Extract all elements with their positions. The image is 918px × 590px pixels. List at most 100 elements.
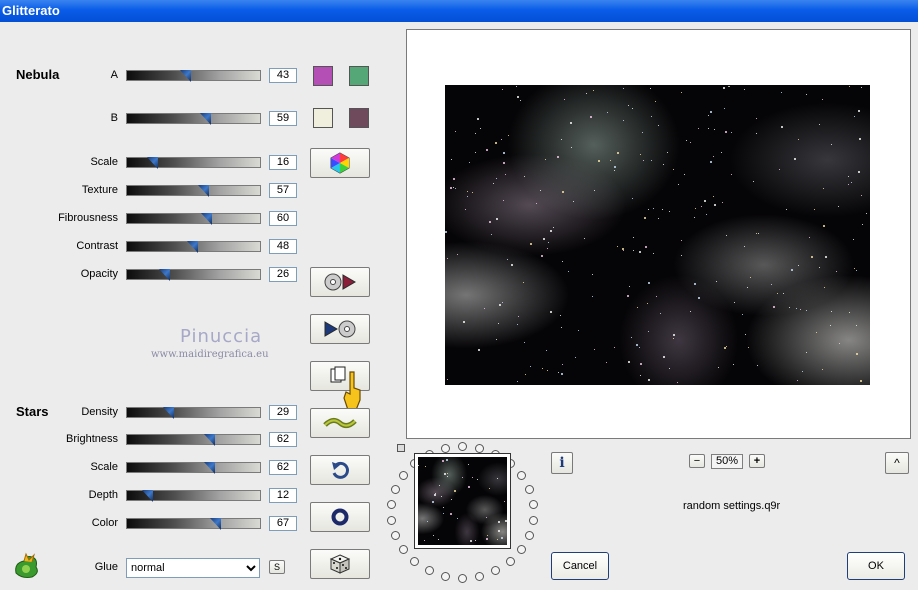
- param-value[interactable]: 26: [269, 267, 297, 282]
- param-slider[interactable]: [126, 185, 261, 196]
- slider-thumb[interactable]: [147, 157, 158, 169]
- ring-dot[interactable]: [387, 500, 396, 509]
- star-dot: [744, 89, 745, 90]
- nebula-a-color-1-swatch[interactable]: [313, 66, 333, 86]
- ring-dot[interactable]: [441, 572, 450, 581]
- star-dot: [658, 125, 659, 126]
- nebula-b-value[interactable]: 59: [269, 111, 297, 126]
- slider-thumb[interactable]: [200, 113, 211, 125]
- ring-dot[interactable]: [517, 545, 526, 554]
- param-slider[interactable]: [126, 269, 261, 280]
- nebula-b-color-1-swatch[interactable]: [313, 108, 333, 128]
- glue-s-button[interactable]: S: [269, 560, 285, 574]
- random-dice-button[interactable]: [310, 549, 370, 579]
- slider-thumb[interactable]: [204, 434, 215, 446]
- slider-thumb[interactable]: [142, 490, 153, 502]
- ring-dot[interactable]: [425, 566, 434, 575]
- param-value[interactable]: 57: [269, 183, 297, 198]
- nebula-a-slider[interactable]: [126, 70, 261, 81]
- wave-button[interactable]: [310, 408, 370, 438]
- stars-value[interactable]: 62: [269, 460, 297, 475]
- ring-dot[interactable]: [475, 572, 484, 581]
- stars-slider[interactable]: [126, 518, 261, 529]
- slider-thumb[interactable]: [210, 518, 221, 530]
- param-slider[interactable]: [126, 213, 261, 224]
- nebula-b-slider[interactable]: [126, 113, 261, 124]
- star-dot: [495, 142, 497, 144]
- collapse-button[interactable]: ^: [885, 452, 909, 474]
- ring-dot[interactable]: [458, 442, 467, 451]
- ring-dot[interactable]: [458, 574, 467, 583]
- star-dot: [550, 311, 552, 313]
- navigator-thumbnail-image[interactable]: [418, 457, 507, 545]
- ring-dot[interactable]: [441, 444, 450, 453]
- navigator-thumbnail-frame[interactable]: [414, 453, 511, 549]
- ok-button[interactable]: OK: [847, 552, 905, 580]
- star-dot: [439, 485, 440, 486]
- slider-thumb[interactable]: [187, 241, 198, 253]
- glue-select[interactable]: normal: [126, 558, 260, 578]
- stars-value[interactable]: 29: [269, 405, 297, 420]
- slider-thumb[interactable]: [204, 462, 215, 474]
- ring-dot[interactable]: [410, 557, 419, 566]
- param-value[interactable]: 60: [269, 211, 297, 226]
- star-dot: [498, 530, 500, 532]
- stars-slider[interactable]: [126, 407, 261, 418]
- stars-value[interactable]: 62: [269, 432, 297, 447]
- nebula-a-value[interactable]: 43: [269, 68, 297, 83]
- ring-dot[interactable]: [475, 444, 484, 453]
- param-label: Fibrousness: [0, 212, 118, 224]
- stars-slider[interactable]: [126, 490, 261, 501]
- param-value[interactable]: 48: [269, 239, 297, 254]
- ring-dot[interactable]: [525, 485, 534, 494]
- ring-dot[interactable]: [529, 516, 538, 525]
- star-dot: [468, 486, 470, 488]
- param-slider[interactable]: [126, 241, 261, 252]
- undo-button[interactable]: [310, 455, 370, 485]
- zoom-in-button[interactable]: +: [749, 454, 765, 468]
- stars-slider[interactable]: [126, 434, 261, 445]
- pointer-hand-icon: [342, 370, 364, 412]
- ring-dot[interactable]: [391, 531, 400, 540]
- nebula-b-color-2-swatch[interactable]: [349, 108, 369, 128]
- cancel-button[interactable]: Cancel: [551, 552, 609, 580]
- ring-dot[interactable]: [525, 531, 534, 540]
- ring-dot[interactable]: [491, 566, 500, 575]
- ring-dot[interactable]: [399, 545, 408, 554]
- slider-thumb[interactable]: [180, 70, 191, 82]
- load-preset-button[interactable]: [310, 267, 370, 297]
- main-preview-panel[interactable]: [406, 29, 911, 439]
- save-preset-button[interactable]: [310, 314, 370, 344]
- star-dot: [516, 86, 517, 87]
- ring-dot[interactable]: [387, 516, 396, 525]
- stars-slider[interactable]: [126, 462, 261, 473]
- star-dot: [756, 133, 757, 134]
- ring-dot[interactable]: [399, 471, 408, 480]
- star-dot: [831, 311, 832, 312]
- slider-thumb[interactable]: [159, 269, 170, 281]
- stars-value[interactable]: 67: [269, 516, 297, 531]
- stars-value[interactable]: 12: [269, 488, 297, 503]
- nebula-preview-image[interactable]: [445, 85, 870, 385]
- star-dot: [836, 271, 837, 272]
- info-button[interactable]: i: [551, 452, 573, 474]
- star-dot: [496, 178, 497, 179]
- star-dot: [614, 347, 615, 348]
- star-dot: [819, 124, 820, 125]
- reset-button[interactable]: [310, 502, 370, 532]
- star-dot: [497, 539, 498, 540]
- param-value[interactable]: 16: [269, 155, 297, 170]
- star-dot: [623, 88, 624, 89]
- undo-arrow-icon: [330, 460, 350, 480]
- ring-dot[interactable]: [517, 471, 526, 480]
- slider-thumb[interactable]: [163, 407, 174, 419]
- zoom-out-button[interactable]: −: [689, 454, 705, 468]
- nebula-a-color-2-swatch[interactable]: [349, 66, 369, 86]
- ring-dot[interactable]: [391, 485, 400, 494]
- slider-thumb[interactable]: [198, 185, 209, 197]
- ring-dot[interactable]: [529, 500, 538, 509]
- ring-dot[interactable]: [506, 557, 515, 566]
- randomize-colors-button[interactable]: [310, 148, 370, 178]
- slider-thumb[interactable]: [201, 213, 212, 225]
- param-slider[interactable]: [126, 157, 261, 168]
